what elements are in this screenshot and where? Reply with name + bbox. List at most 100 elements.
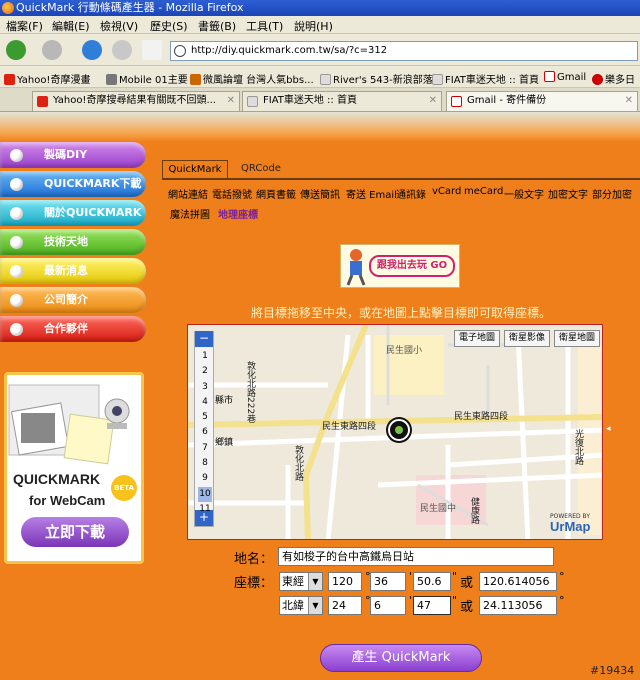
webcam-illustration-icon — [8, 384, 130, 465]
or-label: 或 — [460, 576, 474, 591]
browser-tab-yahoo[interactable]: Yahoo!奇摩搜尋結果有關既不回頭... ✕ — [32, 91, 240, 111]
zoom-label-town: 鄉鎮 — [215, 438, 234, 448]
go-out-banner[interactable]: 跟我出去玩 GO — [340, 244, 460, 288]
bookmark-gmail[interactable]: Gmail — [544, 71, 586, 83]
type-email[interactable]: 寄送 Email — [346, 186, 397, 201]
type-sms[interactable]: 傳送簡訊 — [300, 186, 340, 201]
degree-unit: ° — [559, 570, 565, 583]
latitude-direction-select[interactable]: 北緯 ▼ — [279, 596, 323, 615]
sidebar-item-about[interactable]: 關於QUICKMARK — [0, 200, 146, 226]
bookmark-rivers543[interactable]: River's 543-新浪部落 — [320, 71, 433, 86]
browser-tab-bar: Yahoo!奇摩搜尋結果有關既不回頭... ✕ FIAT車迷天地 :: 首頁 ✕ G… — [0, 88, 640, 112]
close-tab-icon[interactable]: ✕ — [625, 92, 633, 110]
home-icon[interactable] — [142, 40, 162, 60]
stop-icon[interactable] — [112, 40, 132, 60]
bullet-icon — [10, 178, 23, 191]
type-website-link[interactable]: 網站連結 — [168, 186, 208, 201]
ad-for-webcam: for WebCam — [29, 493, 106, 508]
minute-unit: ' — [409, 594, 413, 607]
window-title: QuickMark 行動條碼產生器 - Mozilla Firefox — [16, 1, 244, 14]
webcam-ad[interactable]: QUICKMARK BETA for WebCam 立即下載 — [4, 372, 144, 564]
chevron-down-icon: ▼ — [308, 573, 322, 590]
sidebar-item-tech[interactable]: 技術天地 — [0, 229, 146, 255]
bullet-icon — [10, 323, 23, 336]
latitude-minute-input[interactable]: 6 — [370, 596, 406, 615]
type-phone[interactable]: 電話撥號 — [212, 186, 252, 201]
menu-view[interactable]: 檢視(V) — [100, 18, 138, 34]
banner-text: 跟我出去玩 GO — [369, 255, 455, 277]
url-bar[interactable]: http://diy.quickmark.com.tw/sa/?c=312 — [170, 41, 638, 61]
sidebar-item-download[interactable]: QUICKMARK下載 — [0, 171, 146, 197]
map-panel[interactable]: − + 1 2 3 4 5 6 7 8 9 10 11 縣市 鄉鎮 電子地圖 衛星影像 衛星地圖 敦… — [187, 324, 603, 540]
forward-icon[interactable] — [42, 40, 62, 60]
menu-help[interactable]: 說明(H) — [294, 18, 333, 34]
back-icon[interactable] — [6, 40, 26, 60]
map-side-arrow-icon[interactable]: ◂ — [606, 424, 614, 446]
window-titlebar: QuickMark 行動條碼產生器 - Mozilla Firefox — [0, 0, 640, 16]
longitude-minute-input[interactable]: 36 — [370, 572, 406, 591]
page-header-wave — [0, 112, 640, 142]
type-bookmark[interactable]: 網頁書籤 — [256, 186, 296, 201]
type-partial-encrypted[interactable]: 部分加密 — [592, 186, 632, 201]
menu-file[interactable]: 檔案(F) — [6, 18, 43, 34]
type-vcard[interactable]: vCard — [432, 186, 461, 197]
close-tab-icon[interactable]: ✕ — [227, 92, 235, 110]
latitude-second-input[interactable]: 47 — [413, 596, 451, 615]
second-unit: " — [452, 594, 458, 607]
bookmark-yahoo-comics[interactable]: Yahoo!奇摩漫畫 — [4, 71, 90, 86]
street-label: 光復北路 — [573, 429, 583, 465]
browser-tab-gmail[interactable]: Gmail - 寄件備份 ✕ — [446, 91, 638, 111]
yahoo-icon — [4, 74, 15, 85]
longitude-second-input[interactable]: 50.6 — [413, 572, 451, 591]
tab-quickmark[interactable]: QuickMark — [162, 160, 228, 178]
site-icon — [174, 45, 186, 57]
type-text[interactable]: 一般文字 — [504, 186, 544, 201]
type-encrypted[interactable]: 加密文字 — [548, 186, 588, 201]
sidebar-item-partners[interactable]: 合作夥伴 — [0, 316, 146, 342]
bookmark-fiat[interactable]: FIAT車迷天地 :: 首頁 — [432, 71, 539, 86]
bookmark-weifeng[interactable]: 微風論壇 台灣人氣bbs... — [190, 71, 314, 86]
watermark: #19434 — [590, 664, 635, 677]
map-button-satellite[interactable]: 衛星影像 — [504, 330, 550, 347]
poi-label: 民生國中 — [420, 504, 457, 514]
reload-icon[interactable] — [82, 40, 102, 60]
longitude-degree-input[interactable]: 120 — [328, 572, 362, 591]
ad-download-button[interactable]: 立即下載 — [21, 517, 129, 547]
street-label: 民生東路四段 — [322, 422, 377, 432]
tab-qrcode[interactable]: QRCode — [228, 160, 294, 178]
minute-unit: ' — [409, 570, 413, 583]
menu-tools[interactable]: 工具(T) — [246, 18, 283, 34]
mobile01-icon — [106, 74, 117, 85]
bookmark-mobile01[interactable]: Mobile 01主要 — [106, 71, 188, 86]
generate-quickmark-button[interactable]: 產生 QuickMark — [320, 644, 482, 672]
zoom-levels: 1 2 3 4 5 6 7 8 9 10 11 — [198, 351, 212, 514]
latitude-degree-input[interactable]: 24 — [328, 596, 362, 615]
zoom-out-icon[interactable]: − — [195, 331, 213, 347]
page-icon — [432, 74, 443, 85]
place-name-input[interactable]: 有如梭子的台中高鐵烏日站 — [278, 547, 554, 566]
sidebar-item-news[interactable]: 最新消息 — [0, 258, 146, 284]
map-button-hybrid[interactable]: 衛星地圖 — [554, 330, 600, 347]
page-icon — [320, 74, 331, 85]
menu-edit[interactable]: 編輯(E) — [52, 18, 90, 34]
center-target-icon[interactable] — [388, 419, 410, 441]
latitude-decimal-input[interactable]: 24.113056 — [479, 596, 557, 615]
place-name-label: 地名： — [234, 552, 274, 567]
bookmark-leduo[interactable]: 樂多日 — [592, 71, 635, 86]
bullet-icon — [10, 294, 23, 307]
type-mecard[interactable]: meCard — [464, 186, 503, 197]
browser-tab-fiat[interactable]: FIAT車迷天地 :: 首頁 ✕ — [242, 91, 442, 111]
sidebar-item-diy[interactable]: 製碼DIY — [0, 142, 146, 168]
longitude-direction-select[interactable]: 東經 ▼ — [279, 572, 323, 591]
map-button-electronic[interactable]: 電子地圖 — [454, 330, 500, 347]
menu-bookmarks[interactable]: 書籤(B) — [198, 18, 236, 34]
type-geo[interactable]: 地理座標 — [218, 206, 258, 221]
leduo-icon — [592, 74, 603, 85]
sidebar-item-company[interactable]: 公司簡介 — [0, 287, 146, 313]
longitude-decimal-input[interactable]: 120.614056 — [479, 572, 557, 591]
close-tab-icon[interactable]: ✕ — [429, 92, 437, 110]
type-puzzle[interactable]: 魔法拼圖 — [170, 206, 210, 221]
menu-history[interactable]: 歷史(S) — [150, 18, 188, 34]
type-contacts[interactable]: 通訊錄 — [396, 186, 426, 201]
chevron-down-icon: ▼ — [308, 597, 322, 614]
